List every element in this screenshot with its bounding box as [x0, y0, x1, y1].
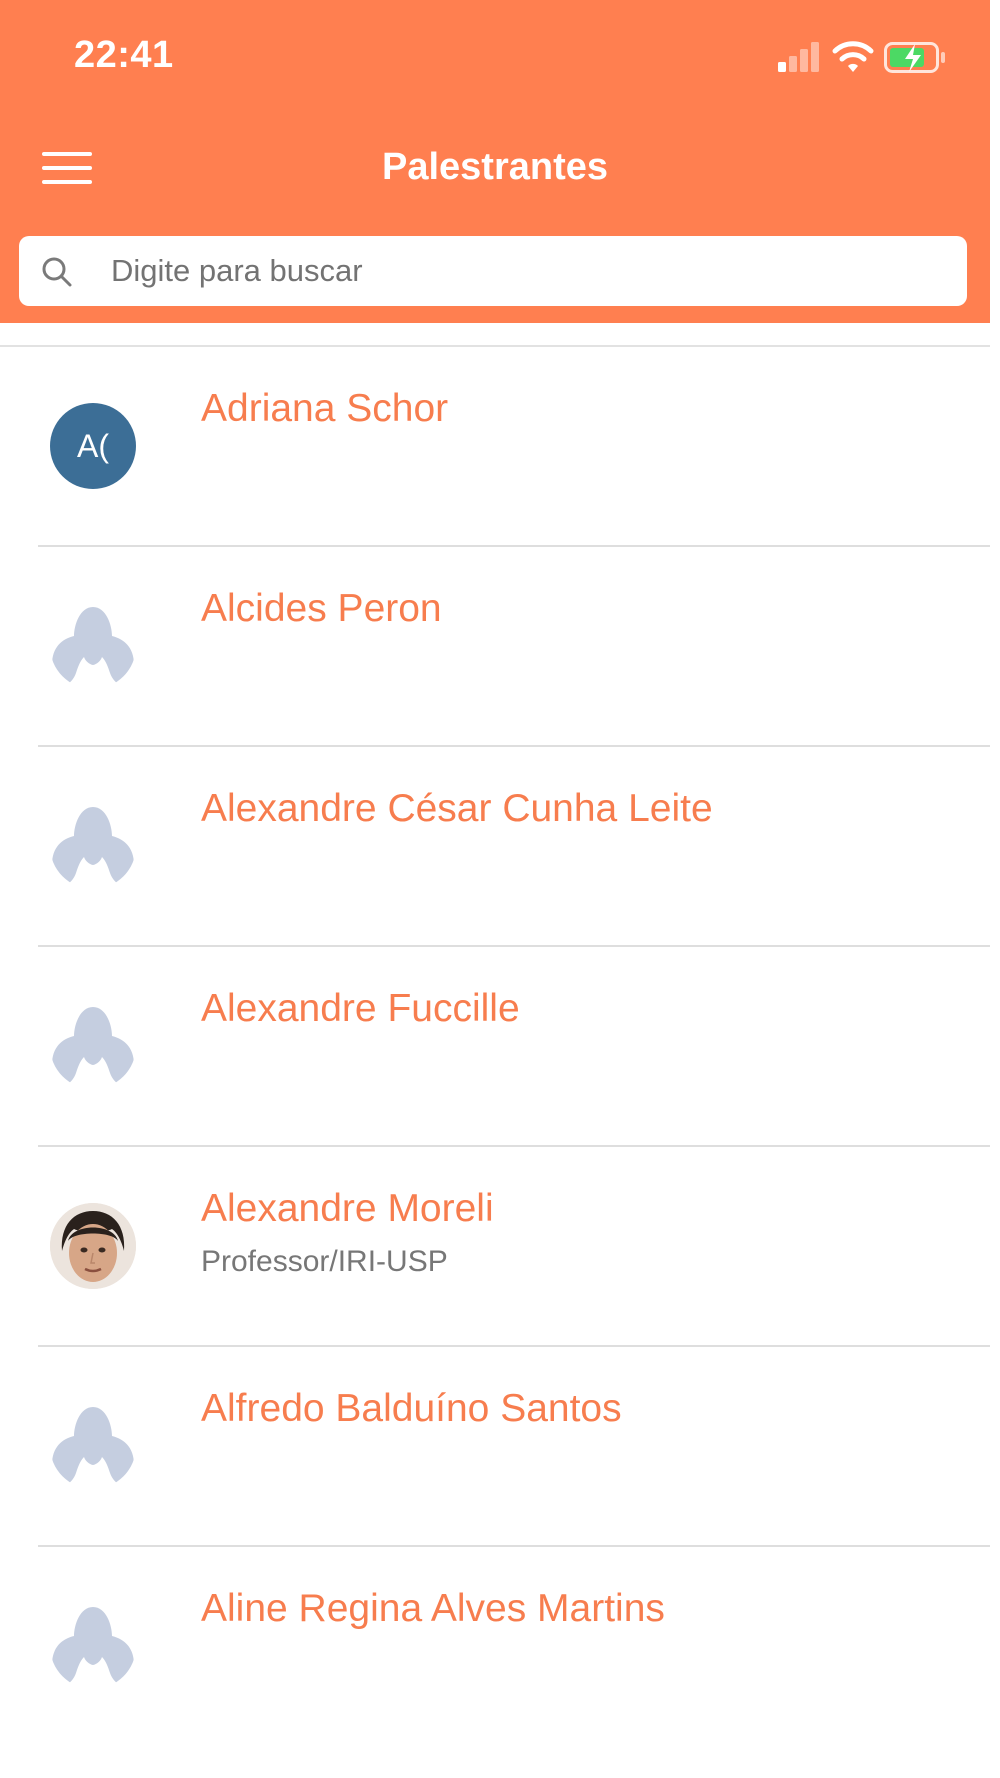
avatar-placeholder-icon: [50, 1003, 136, 1089]
speaker-row[interactable]: Alexandre Fuccille: [0, 947, 990, 1147]
speakers-list: A( Adriana Schor Alcides Peron Alexandre…: [0, 347, 990, 1747]
speaker-name: Alexandre Fuccille: [201, 987, 520, 1030]
speaker-name: Aline Regina Alves Martins: [201, 1587, 665, 1630]
avatar-placeholder-icon: [50, 803, 136, 889]
avatar-placeholder-icon: [50, 603, 136, 689]
search-icon: [42, 257, 72, 287]
avatar-placeholder-icon: [50, 1403, 136, 1489]
avatar-initials: A(: [50, 403, 136, 489]
speaker-name: Alexandre César Cunha Leite: [201, 787, 713, 830]
speaker-row[interactable]: Alexandre César Cunha Leite: [0, 747, 990, 947]
status-icons: [778, 38, 948, 80]
speaker-subtitle: Professor/IRI-USP: [201, 1245, 448, 1278]
speaker-name: Alfredo Balduíno Santos: [201, 1387, 622, 1430]
speaker-row[interactable]: Alfredo Balduíno Santos: [0, 1347, 990, 1547]
battery-charging-icon: [884, 40, 948, 76]
wifi-icon: [832, 38, 874, 78]
search-input[interactable]: [89, 236, 949, 306]
speakers-screen: 22:41 Palestrantes Digite para buscar A(…: [0, 0, 1000, 1778]
speaker-row[interactable]: Alcides Peron: [0, 547, 990, 747]
page-title: Palestrantes: [381, 146, 608, 188]
speaker-row[interactable]: Alexandre Moreli Professor/IRI-USP: [0, 1147, 990, 1347]
signal-icon: [778, 38, 822, 78]
speaker-row[interactable]: Aline Regina Alves Martins: [0, 1547, 990, 1747]
speaker-name: Alcides Peron: [201, 587, 442, 630]
avatar-placeholder-icon: [50, 1603, 136, 1689]
speaker-row[interactable]: A( Adriana Schor: [0, 347, 990, 547]
avatar-photo: [50, 1203, 136, 1289]
search-bar[interactable]: [19, 236, 967, 306]
speaker-name: Alexandre Moreli: [201, 1187, 494, 1230]
app-header: 22:41 Palestrantes Digite para buscar: [0, 0, 990, 323]
status-time: 22:41: [74, 34, 174, 76]
speaker-name: Adriana Schor: [201, 387, 449, 430]
